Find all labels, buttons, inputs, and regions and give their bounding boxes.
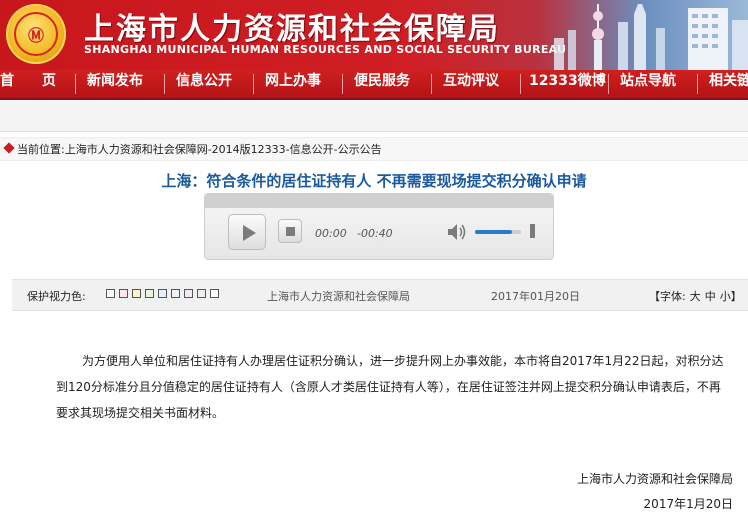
- stop-button[interactable]: [278, 219, 302, 243]
- signature-org: 上海市人力资源和社会保障局: [576, 472, 733, 486]
- nav-item-public-services[interactable]: 便民服务: [354, 70, 410, 98]
- main-nav: 首 页 新闻发布 信息公开 网上办事 便民服务 互动评议 12333微博 站点导…: [0, 70, 748, 100]
- font-size-medium[interactable]: 中: [705, 290, 716, 303]
- eye-color-swatch[interactable]: [184, 289, 193, 298]
- eye-protection-label: 保护视力色:: [27, 290, 86, 303]
- play-icon: [243, 225, 256, 241]
- audio-player: 00:00 -00:40: [204, 193, 554, 260]
- skyline-icon: [554, 4, 748, 70]
- font-size-bracket: 】: [730, 290, 742, 303]
- nav-divider: [608, 74, 609, 94]
- nav-item-12333-weibo[interactable]: 12333微博: [529, 70, 606, 98]
- breadcrumb-diamond-icon: [3, 142, 15, 154]
- nav-item-home[interactable]: 首 页: [0, 70, 56, 98]
- breadcrumb-text: 当前位置:上海市人力资源和社会保障网-2014版12333-信息公开-公示公告: [17, 143, 382, 156]
- volume-level: [475, 230, 512, 234]
- publisher-name: 上海市人力资源和社会保障局: [267, 290, 410, 303]
- nav-item-news[interactable]: 新闻发布: [87, 70, 143, 98]
- font-size-large[interactable]: 大: [690, 290, 701, 303]
- site-banner: Ⓜ 上海市人力资源和社会保障局 SHANGHAI MUNICIPAL HUMAN…: [0, 0, 748, 70]
- site-title: 上海市人力资源和社会保障局: [84, 12, 500, 47]
- nav-divider: [697, 74, 698, 94]
- header-spacer: [0, 101, 748, 131]
- eye-color-swatch[interactable]: [210, 289, 219, 298]
- article-toolbar: 保护视力色: 上海市人力资源和社会保障局 2017年01月20日 【字体: 大中小…: [12, 279, 748, 311]
- article-body: 为方便用人单位和居住证持有人办理居住证积分确认，进一步提升网上办事效能，本市将自…: [56, 354, 724, 420]
- volume-icon[interactable]: [447, 223, 467, 241]
- eye-color-swatch[interactable]: [132, 289, 141, 298]
- stop-icon: [286, 227, 295, 236]
- nav-divider: [431, 74, 432, 94]
- nav-item-info-disclosure[interactable]: 信息公开: [176, 70, 232, 98]
- nav-divider: [164, 74, 165, 94]
- nav-divider: [253, 74, 254, 94]
- nav-item-online-services[interactable]: 网上办事: [265, 70, 321, 98]
- signature-date: 2017年1月20日: [643, 497, 733, 511]
- eye-color-swatch[interactable]: [158, 289, 167, 298]
- breadcrumb: 当前位置:上海市人力资源和社会保障网-2014版12333-信息公开-公示公告: [0, 137, 748, 161]
- volume-max-icon[interactable]: [530, 224, 535, 238]
- eye-color-swatch[interactable]: [197, 289, 206, 298]
- nav-divider: [75, 74, 76, 94]
- player-top-bar: [205, 194, 553, 208]
- bureau-emblem-icon: Ⓜ: [6, 4, 66, 64]
- nav-divider: [520, 74, 521, 94]
- eye-color-swatch[interactable]: [171, 289, 180, 298]
- nav-item-related-links[interactable]: 相关链接: [709, 70, 748, 98]
- eye-color-swatch[interactable]: [106, 289, 115, 298]
- site-subtitle: SHANGHAI MUNICIPAL HUMAN RESOURCES AND S…: [84, 43, 567, 56]
- article-title: 上海：符合条件的居住证持有人 不再需要现场提交积分确认申请: [161, 172, 587, 190]
- nav-divider: [342, 74, 343, 94]
- publish-date: 2017年01月20日: [491, 290, 580, 303]
- nav-item-site-map[interactable]: 站点导航: [620, 70, 676, 98]
- remaining-time: -00:40: [357, 227, 393, 240]
- eye-color-swatch[interactable]: [119, 289, 128, 298]
- font-size-label: 【字体:: [649, 290, 686, 303]
- font-size-small[interactable]: 小: [720, 290, 731, 303]
- divider: [0, 131, 748, 132]
- nav-item-interactive-review[interactable]: 互动评议: [443, 70, 499, 98]
- font-size-control: 【字体: 大中小】: [649, 288, 742, 304]
- current-time: 00:00: [315, 227, 347, 240]
- play-button[interactable]: [228, 214, 266, 250]
- volume-slider[interactable]: [475, 230, 521, 234]
- eye-color-swatch[interactable]: [145, 289, 154, 298]
